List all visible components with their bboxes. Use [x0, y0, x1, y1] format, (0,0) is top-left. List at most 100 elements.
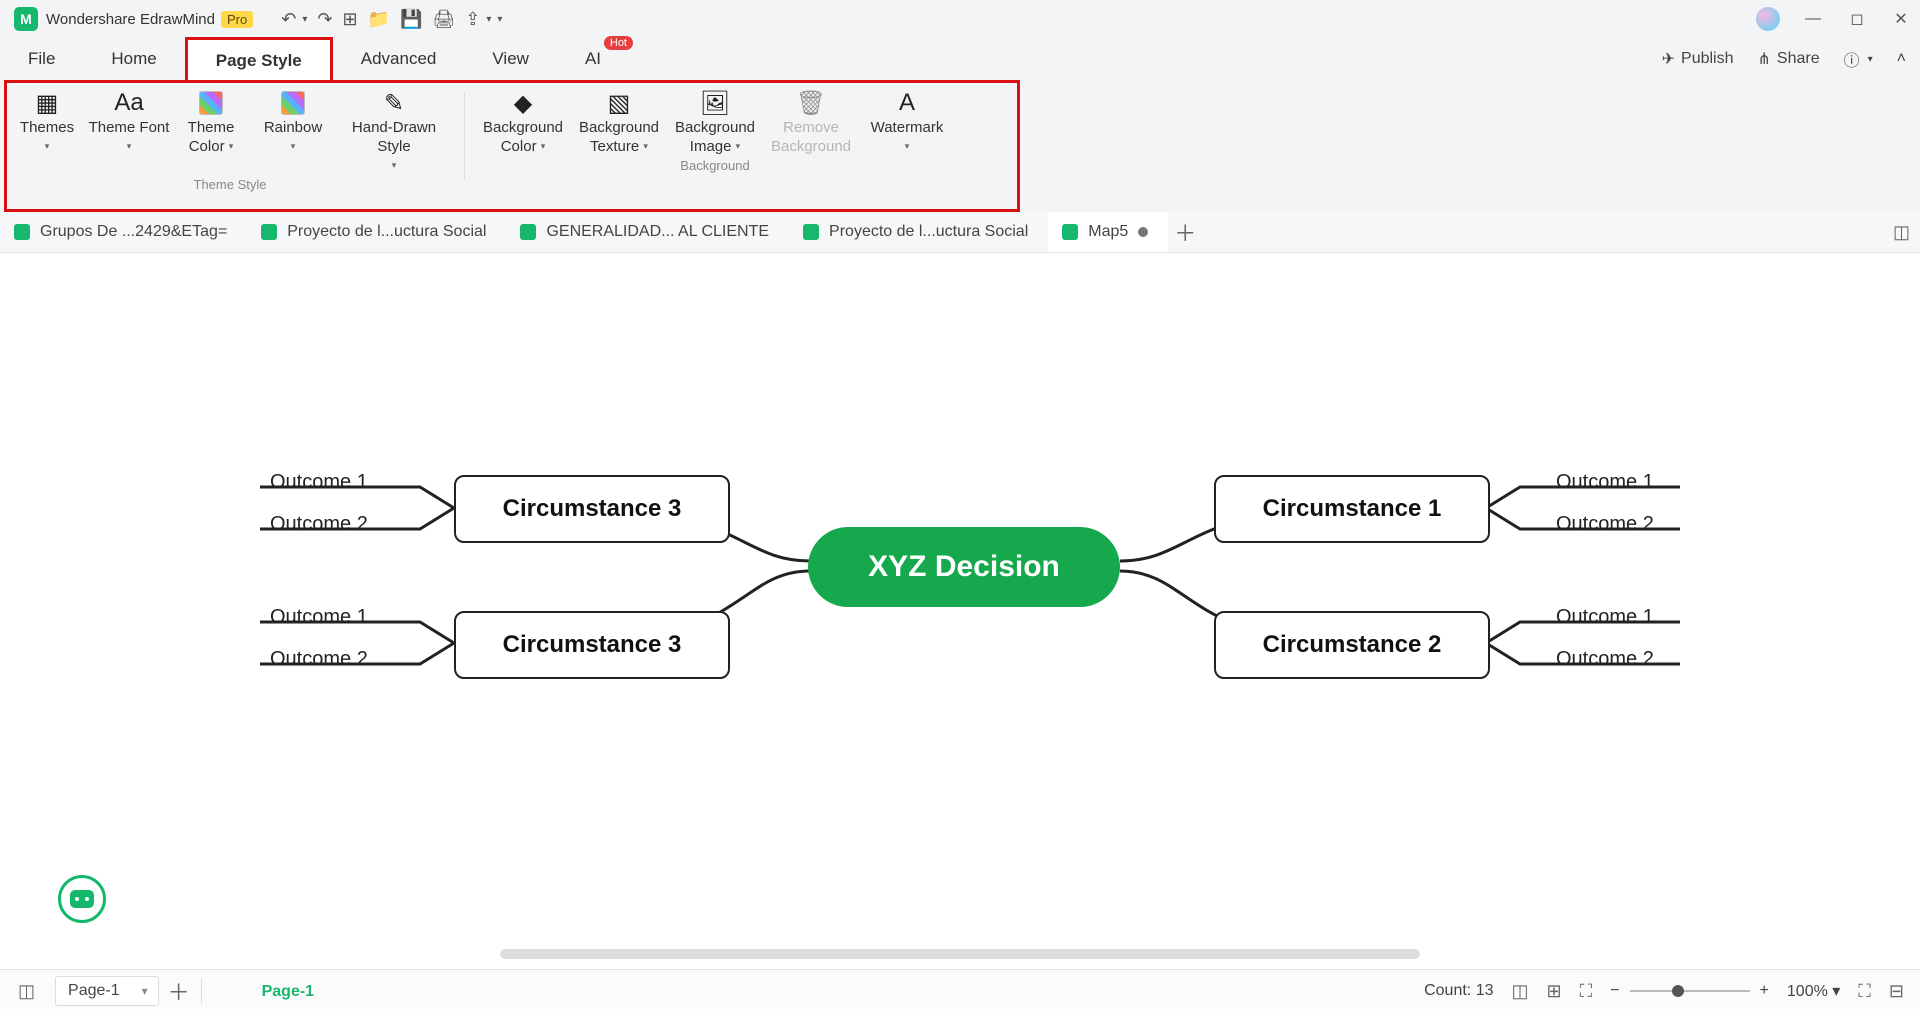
- outcome-left-0-1[interactable]: Outcome 2: [270, 513, 368, 536]
- toggle-panel-button[interactable]: ◫: [1893, 222, 1910, 243]
- export-dropdown[interactable]: ▾: [486, 14, 491, 25]
- window-controls: ― ◻ ✕: [1756, 0, 1912, 38]
- node-right-1[interactable]: Circumstance 2: [1214, 611, 1490, 679]
- ribbon-group-theme-style: ▦ Themes▾ Aa Theme Font ▾ Theme Color ▾ …: [0, 86, 460, 192]
- robot-icon: [70, 890, 94, 908]
- outline-panel-button[interactable]: ◫: [18, 981, 35, 1002]
- outcome-right-1-1[interactable]: Outcome 2: [1556, 648, 1654, 671]
- menu-page-style[interactable]: Page Style: [185, 37, 333, 82]
- outcome-left-0-0[interactable]: Outcome 1: [270, 471, 368, 494]
- outcome-left-1-0[interactable]: Outcome 1: [270, 606, 368, 629]
- menu-ai[interactable]: AI: [557, 38, 629, 80]
- doc-tab[interactable]: Grupos De ...2429&ETag=: [0, 212, 247, 252]
- page-selector[interactable]: Page-1 ＋: [55, 975, 193, 1007]
- remove-background-button[interactable]: 🗑 Remove Background: [763, 86, 859, 158]
- font-icon: Aa: [114, 88, 143, 118]
- send-icon: ✈: [1662, 49, 1675, 69]
- help-button[interactable]: ⓘ▾: [1844, 47, 1873, 71]
- watermark-icon: A: [899, 88, 915, 118]
- theme-color-icon: [199, 88, 223, 118]
- menu-advanced[interactable]: Advanced: [333, 38, 465, 80]
- node-left-1[interactable]: Circumstance 3: [454, 611, 730, 679]
- save-button[interactable]: 💾: [400, 9, 422, 30]
- share-icon: ⋔: [1758, 49, 1771, 69]
- watermark-button[interactable]: A Watermark▾: [859, 86, 955, 158]
- menu-home[interactable]: Home: [83, 38, 184, 80]
- doc-tab-active[interactable]: Map5: [1048, 212, 1168, 252]
- title-bar: M Wondershare EdrawMind Pro ↶ ▾ ↷ ⊞ 📁 💾 🖨…: [0, 0, 1920, 38]
- node-left-0[interactable]: Circumstance 3: [454, 475, 730, 543]
- hand-drawn-button[interactable]: ✎ Hand-Drawn Style▾: [334, 86, 454, 177]
- zoom-handle[interactable]: [1672, 985, 1684, 997]
- view-mode-2[interactable]: ⊞: [1547, 981, 1562, 1002]
- rainbow-icon: [281, 88, 305, 118]
- maximize-button[interactable]: ◻: [1846, 9, 1868, 29]
- avatar[interactable]: [1756, 7, 1780, 31]
- zoom-out-button[interactable]: −: [1610, 982, 1619, 1000]
- main-menu: File Home Page Style Advanced View AI ✈P…: [0, 38, 1920, 80]
- doc-tab[interactable]: Proyecto de l...uctura Social: [789, 212, 1048, 252]
- fit-page-button[interactable]: ⛶: [1580, 981, 1593, 1002]
- undo-dropdown[interactable]: ▾: [302, 14, 307, 25]
- canvas[interactable]: XYZ Decision Circumstance 3 Circumstance…: [0, 253, 1920, 969]
- app-name: Wondershare EdrawMind: [46, 11, 215, 28]
- outcome-left-1-1[interactable]: Outcome 2: [270, 648, 368, 671]
- ribbon-separator: [464, 92, 465, 180]
- node-right-0[interactable]: Circumstance 1: [1214, 475, 1490, 543]
- collapse-ribbon-button[interactable]: ˄: [1897, 50, 1906, 68]
- publish-button[interactable]: ✈Publish: [1662, 49, 1734, 69]
- unsaved-indicator: [1138, 227, 1148, 237]
- remove-image-icon: 🗑: [796, 88, 826, 118]
- ai-assistant-button[interactable]: [58, 875, 106, 923]
- mindmap-icon: [803, 224, 819, 240]
- menu-file[interactable]: File: [0, 38, 83, 80]
- horizontal-scrollbar[interactable]: [0, 949, 1920, 963]
- print-button[interactable]: 🖨: [432, 9, 455, 30]
- undo-button[interactable]: ↶: [281, 9, 296, 30]
- background-image-button[interactable]: 🖼 Background Image ▾: [667, 86, 763, 158]
- menu-view[interactable]: View: [464, 38, 557, 80]
- brush-icon: ✎: [384, 88, 404, 118]
- mindmap-icon: [14, 224, 30, 240]
- texture-icon: ▧: [608, 88, 631, 118]
- share-button[interactable]: ⋔Share: [1758, 49, 1820, 69]
- theme-color-button[interactable]: Theme Color ▾: [170, 86, 252, 177]
- new-button[interactable]: ⊞: [342, 9, 357, 30]
- group-label-theme-style: Theme Style: [194, 177, 267, 192]
- add-page-button[interactable]: ＋: [165, 975, 193, 1007]
- outcome-right-1-0[interactable]: Outcome 1: [1556, 606, 1654, 629]
- doc-tab[interactable]: Proyecto de l...uctura Social: [247, 212, 506, 252]
- qat-customize[interactable]: ▾: [497, 14, 502, 25]
- app-icon: M: [14, 7, 38, 31]
- status-bar: ◫ Page-1 ＋ Page-1 Count: 13 ◫ ⊞ ⛶ − + 10…: [0, 969, 1920, 1009]
- background-color-button[interactable]: ◆ Background Color ▾: [475, 86, 571, 158]
- ribbon: ▦ Themes▾ Aa Theme Font ▾ Theme Color ▾ …: [0, 80, 1920, 212]
- zoom-value[interactable]: 100% ▾: [1787, 981, 1840, 1001]
- doc-tab[interactable]: GENERALIDAD... AL CLIENTE: [506, 212, 789, 252]
- mindmap-icon: [261, 224, 277, 240]
- page-tab[interactable]: Page-1: [240, 969, 336, 1009]
- status-right: Count: 13 ◫ ⊞ ⛶ − + 100% ▾ ⛶ ⊟: [1424, 981, 1904, 1002]
- outcome-right-0-1[interactable]: Outcome 2: [1556, 513, 1654, 536]
- redo-button[interactable]: ↷: [317, 9, 332, 30]
- node-center[interactable]: XYZ Decision: [808, 527, 1120, 607]
- open-button[interactable]: 📁: [368, 9, 390, 30]
- pro-badge: Pro: [221, 11, 253, 28]
- theme-font-button[interactable]: Aa Theme Font ▾: [88, 86, 170, 177]
- minimize-button[interactable]: ―: [1802, 10, 1824, 28]
- themes-button[interactable]: ▦ Themes▾: [6, 86, 88, 177]
- zoom-in-button[interactable]: +: [1760, 982, 1769, 1000]
- close-button[interactable]: ✕: [1890, 9, 1912, 29]
- rainbow-button[interactable]: Rainbow▾: [252, 86, 334, 177]
- new-tab-button[interactable]: ＋: [1168, 215, 1202, 249]
- image-icon: 🖼: [700, 88, 730, 118]
- outcome-right-0-0[interactable]: Outcome 1: [1556, 471, 1654, 494]
- background-texture-button[interactable]: ▧ Background Texture ▾: [571, 86, 667, 158]
- zoom-slider[interactable]: − +: [1610, 982, 1769, 1000]
- view-mode-1[interactable]: ◫: [1511, 981, 1528, 1002]
- collapse-statusbar-button[interactable]: ⊟: [1889, 981, 1904, 1002]
- export-button[interactable]: ⇪: [465, 9, 480, 30]
- page-select-dropdown[interactable]: Page-1: [55, 976, 159, 1006]
- ribbon-group-background: ◆ Background Color ▾ ▧ Background Textur…: [469, 86, 961, 173]
- fullscreen-button[interactable]: ⛶: [1858, 981, 1871, 1002]
